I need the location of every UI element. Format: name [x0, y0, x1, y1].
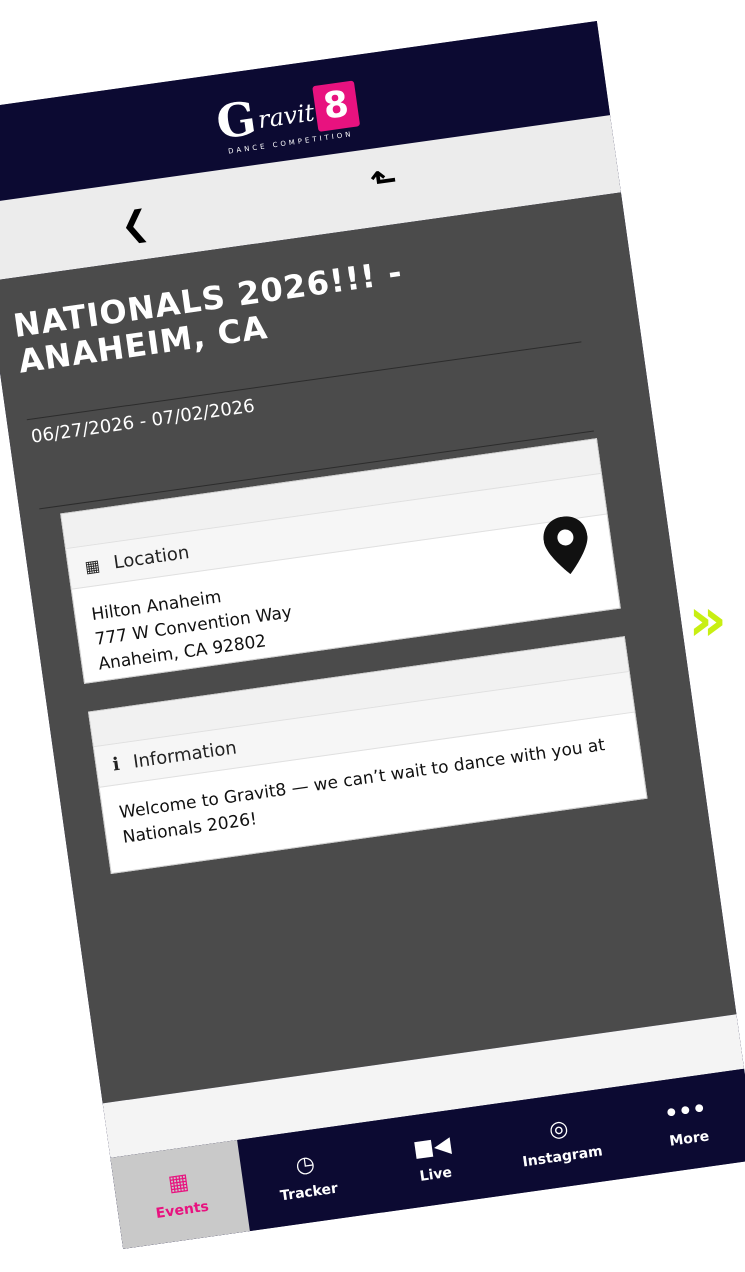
instagram-icon: ◎	[547, 1115, 571, 1144]
clock-icon: ◷	[294, 1151, 317, 1179]
tab-label: Tracker	[279, 1180, 339, 1205]
information-heading: Information	[131, 736, 238, 773]
share-icon[interactable]: ⬑	[368, 160, 400, 201]
tab-label: More	[668, 1128, 711, 1150]
event-detail: NATIONALS 2026!!! - ANAHEIM, CA 06/27/20…	[0, 192, 737, 1104]
logo-number: 8	[312, 80, 360, 132]
tab-label: Live	[418, 1164, 453, 1185]
tab-instagram[interactable]: ◎ Instagram	[491, 1087, 631, 1196]
map-icon: ▦	[83, 555, 102, 577]
phone-screen: G ravit 8 DANCE COMPETITION ❮ ⬑ NATIONAL…	[0, 21, 745, 1249]
location-pin-icon[interactable]	[541, 514, 593, 578]
location-heading: Location	[112, 541, 191, 573]
tab-tracker[interactable]: ◷ Tracker	[237, 1122, 377, 1231]
tab-label: Events	[154, 1198, 210, 1222]
more-dots-icon: •••	[662, 1096, 709, 1128]
logo-initial: G	[212, 90, 260, 150]
video-camera-icon: ■◀	[411, 1132, 453, 1163]
chevron-left-icon[interactable]: ❮	[118, 203, 152, 247]
tab-label: Instagram	[521, 1143, 604, 1171]
tab-events[interactable]: ▦ Events	[110, 1140, 250, 1249]
tab-more[interactable]: ••• More	[617, 1069, 745, 1178]
tab-live[interactable]: ■◀ Live	[364, 1104, 504, 1213]
logo-word: ravit	[256, 98, 317, 135]
double-chevron-right-icon: »	[688, 585, 727, 655]
calendar-icon: ▦	[166, 1169, 191, 1197]
info-icon: i	[111, 753, 121, 776]
location-card[interactable]: ▦ Location Hilton Anaheim 777 W Conventi…	[60, 438, 621, 684]
